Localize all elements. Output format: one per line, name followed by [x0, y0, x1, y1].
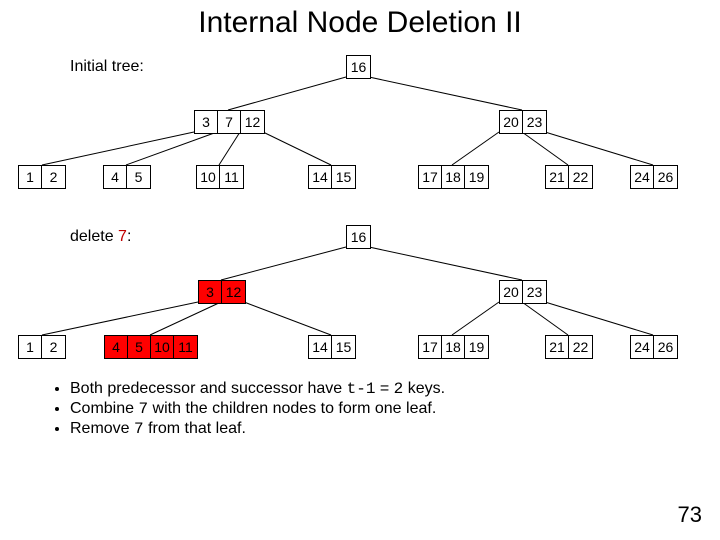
tree1-edges [0, 0, 720, 540]
tree2-mid-left: 3 12 [198, 280, 246, 304]
deleted-key: 7 [118, 228, 127, 245]
key: 5 [127, 166, 150, 188]
tree1-leaf: 14 15 [308, 165, 356, 189]
text: : [127, 228, 131, 245]
key: 22 [569, 336, 592, 358]
tree2-leaf-merged: 4 5 10 11 [104, 335, 198, 359]
text: Both predecessor and successor have [70, 380, 347, 397]
key: 21 [546, 166, 569, 188]
key: 7 [218, 111, 241, 133]
text: with the children nodes to form one leaf… [148, 400, 436, 417]
tree2-root: 16 [346, 225, 371, 249]
key: 20 [500, 281, 523, 303]
key: 20 [500, 111, 523, 133]
tree2-edges [0, 0, 720, 540]
bullet-item: Remove 7 from that leaf. [70, 420, 445, 438]
tree1-leaf: 24 26 [630, 165, 678, 189]
key: 4 [104, 166, 127, 188]
bullet-item: Both predecessor and successor have t-1 … [70, 380, 445, 398]
key: 19 [465, 336, 488, 358]
key: 17 [419, 336, 442, 358]
key: 19 [465, 166, 488, 188]
key: 24 [631, 336, 654, 358]
key: 10 [151, 336, 174, 358]
text: from that leaf. [144, 420, 246, 437]
key: 15 [332, 336, 355, 358]
key: 1 [19, 336, 42, 358]
code: 7 [138, 400, 148, 418]
key: 23 [523, 111, 546, 133]
text: keys. [403, 380, 445, 397]
tree1-root: 16 [346, 55, 371, 79]
tree1-leaf: 1 2 [18, 165, 66, 189]
key: 3 [199, 281, 222, 303]
key: 4 [105, 336, 128, 358]
tree2-mid-right: 20 23 [499, 280, 547, 304]
key: 21 [546, 336, 569, 358]
key: 16 [347, 56, 370, 78]
key: 17 [419, 166, 442, 188]
key: 5 [128, 336, 151, 358]
key: 3 [195, 111, 218, 133]
key: 2 [42, 166, 65, 188]
key: 26 [654, 166, 677, 188]
tree1-leaf: 10 11 [196, 165, 244, 189]
key: 22 [569, 166, 592, 188]
key: 26 [654, 336, 677, 358]
tree1-mid-right: 20 23 [499, 110, 547, 134]
label-initial-tree: Initial tree: [70, 58, 144, 76]
tree2-leaf: 24 26 [630, 335, 678, 359]
tree2-leaf: 1 2 [18, 335, 66, 359]
tree2-leaf: 14 15 [308, 335, 356, 359]
tree2-leaf: 17 18 19 [418, 335, 489, 359]
key: 12 [241, 111, 264, 133]
key: 23 [523, 281, 546, 303]
key: 14 [309, 336, 332, 358]
key: 10 [197, 166, 220, 188]
tree1-mid-left: 3 7 12 [194, 110, 265, 134]
key: 18 [442, 166, 465, 188]
text: delete [70, 228, 118, 245]
code: t-1 [347, 380, 376, 398]
bullet-list: Both predecessor and successor have t-1 … [30, 380, 445, 440]
tree1-leaf: 4 5 [103, 165, 151, 189]
text: Combine [70, 400, 138, 417]
key: 24 [631, 166, 654, 188]
code: 7 [134, 420, 144, 438]
label-delete: delete 7: [70, 228, 131, 246]
key: 12 [222, 281, 245, 303]
key: 11 [174, 336, 197, 358]
key: 14 [309, 166, 332, 188]
tree1-leaf: 21 22 [545, 165, 593, 189]
tree1-leaf: 17 18 19 [418, 165, 489, 189]
text: = [375, 380, 393, 397]
key: 11 [220, 166, 243, 188]
bullet-item: Combine 7 with the children nodes to for… [70, 400, 445, 418]
tree2-leaf: 21 22 [545, 335, 593, 359]
page-title: Internal Node Deletion II [0, 6, 720, 40]
page-number: 73 [678, 502, 702, 528]
key: 18 [442, 336, 465, 358]
code: 2 [394, 380, 404, 398]
key: 15 [332, 166, 355, 188]
text: Remove [70, 420, 134, 437]
key: 1 [19, 166, 42, 188]
key: 16 [347, 226, 370, 248]
key: 2 [42, 336, 65, 358]
